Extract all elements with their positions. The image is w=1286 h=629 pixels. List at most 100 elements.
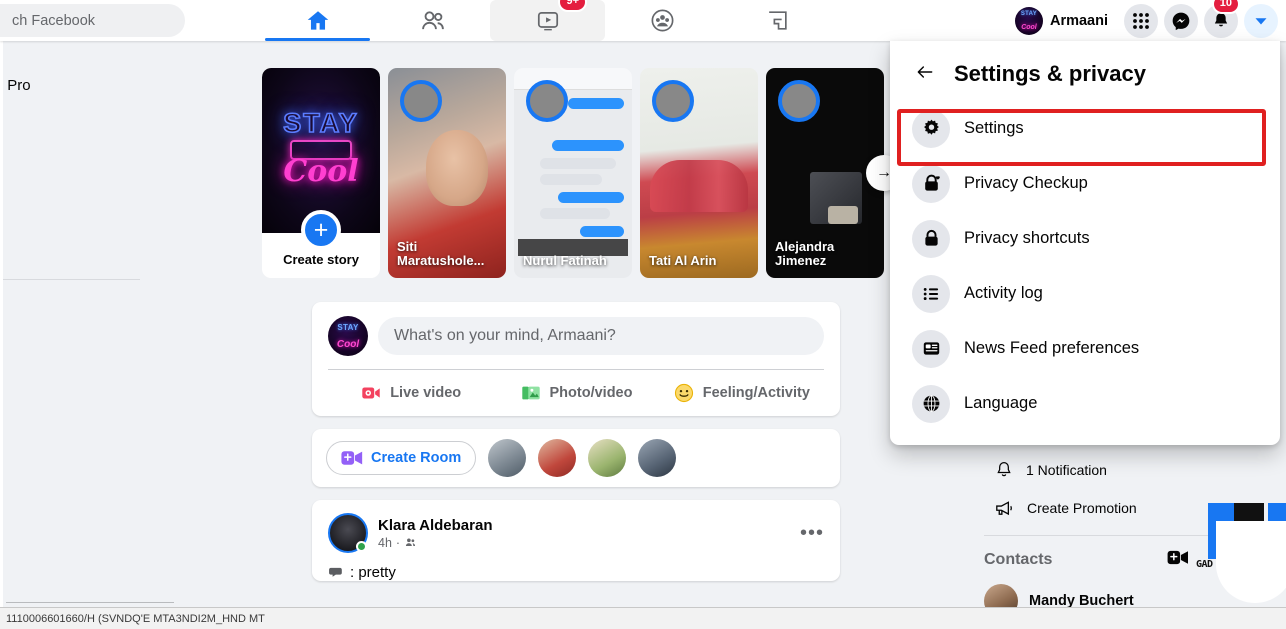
story-photo-shape — [650, 160, 748, 212]
photo-video-button[interactable]: Photo/video — [493, 370, 658, 416]
create-story-plus-icon[interactable]: + — [301, 210, 341, 250]
sidebar-row-notification[interactable]: 1 Notification — [956, 451, 1286, 489]
video-plus-icon — [341, 451, 363, 465]
megaphone-icon — [996, 500, 1012, 515]
story-photo-shape — [828, 206, 858, 224]
story-photo-shape — [540, 208, 610, 219]
menu-item-label: Privacy shortcuts — [964, 229, 1090, 247]
menu-header: Settings & privacy — [900, 55, 1270, 101]
back-arrow-icon — [917, 65, 933, 78]
post-composer-card: What's on your mind, Armaani? Live video — [312, 302, 840, 416]
nav-tab-friends[interactable] — [375, 0, 490, 41]
nav-tab-home[interactable] — [260, 0, 375, 41]
watch-icon — [537, 11, 558, 30]
room-contact-avatar[interactable] — [588, 439, 627, 477]
account-menu-button[interactable] — [1244, 3, 1278, 38]
post-meta-separator: · — [395, 535, 401, 550]
post-author-info: Klara Aldebaran 4h · — [378, 517, 493, 550]
home-icon — [307, 10, 328, 30]
groups-icon — [651, 9, 674, 32]
create-room-label: Create Room — [371, 450, 462, 466]
create-story-card[interactable]: STAY Cool + Create story — [262, 68, 380, 278]
story-author-ring — [778, 80, 820, 122]
messenger-button[interactable] — [1164, 3, 1198, 38]
post-more-options-button[interactable]: ••• — [800, 523, 824, 543]
new-room-button[interactable] — [1167, 550, 1189, 570]
story-photo-shape — [558, 192, 624, 203]
notifications-button[interactable]: 10 — [1204, 0, 1240, 38]
list-icon-wrapper — [912, 274, 950, 313]
room-contact-avatar[interactable] — [538, 439, 577, 477]
story-photo-shape — [540, 158, 616, 169]
nav-tab-watch[interactable]: 9+ — [490, 0, 605, 41]
nav-tab-groups[interactable] — [605, 0, 720, 41]
emoji-icon — [329, 567, 342, 577]
browser-status-bar: 1110006601660/H (SVNDQ'E MTA3NDI2M_HND M… — [0, 607, 1286, 629]
photo-video-label: Photo/video — [549, 385, 633, 401]
live-video-button[interactable]: Live video — [328, 370, 493, 416]
room-contact-avatar[interactable] — [638, 439, 677, 477]
menu-item-privacy-shortcuts[interactable]: Privacy shortcuts — [900, 211, 1270, 266]
post-header: Klara Aldebaran 4h · ••• — [328, 513, 824, 553]
story-card[interactable]: Tati Al Arin — [640, 68, 758, 278]
contacts-title: Contacts — [984, 551, 1053, 568]
create-story-label: Create story — [283, 252, 359, 267]
create-room-button[interactable]: Create Room — [326, 441, 477, 475]
menu-item-label: Activity log — [964, 284, 1043, 302]
rooms-card: Create Room — [312, 429, 840, 487]
top-navigation-bar: ch Facebook 9+ STAY Cool Armaani 10 — [0, 0, 1286, 41]
room-contact-avatar[interactable] — [488, 439, 527, 477]
story-photo-shape — [580, 226, 624, 237]
profile-chip[interactable]: Armaani — [1011, 4, 1118, 38]
create-story-thumbnail: STAY Cool — [262, 68, 380, 233]
active-tab-indicator — [265, 38, 370, 41]
story-card[interactable]: Siti Maratushole... — [388, 68, 506, 278]
live-video-label: Live video — [390, 385, 462, 401]
search-placeholder-text: ch Facebook — [12, 12, 96, 29]
grid-menu-icon — [1133, 12, 1149, 29]
photo-video-icon — [521, 386, 540, 400]
video-plus-icon — [1168, 550, 1189, 565]
watch-badge: 9+ — [558, 0, 587, 12]
post-author-avatar[interactable] — [328, 513, 368, 553]
nav-right-actions: Armaani — [1011, 0, 1278, 41]
story-card[interactable]: Nurul Fatinah — [514, 68, 632, 278]
list-icon — [923, 287, 939, 300]
status-bar-text: 1110006601660/H (SVNDQ'E MTA3NDI2M_HND M… — [6, 612, 265, 625]
menu-title: Settings & privacy — [954, 61, 1146, 86]
menu-item-news-feed-preferences[interactable]: News Feed preferences — [900, 321, 1270, 376]
composer-placeholder: What's on your mind, Armaani? — [394, 327, 616, 344]
menu-item-privacy-checkup[interactable]: Privacy Checkup — [900, 156, 1270, 211]
feed-column: What's on your mind, Armaani? Live video — [312, 302, 840, 594]
left-sidebar: olourfit Pro — [0, 41, 178, 629]
post-author-name[interactable]: Klara Aldebaran — [378, 517, 493, 534]
composer-avatar[interactable] — [328, 316, 368, 356]
feeling-activity-button[interactable]: Feeling/Activity — [659, 370, 824, 416]
lock-icon-wrapper — [912, 219, 950, 258]
sidebar-item-colourfit-pro[interactable]: olourfit Pro — [0, 77, 31, 94]
feed-post: Klara Aldebaran 4h · •••: pretty — [312, 500, 840, 581]
news-feed-icon — [923, 342, 939, 355]
story-photo-face — [426, 130, 488, 206]
friends-audience-icon — [406, 538, 416, 546]
nav-tab-gaming[interactable] — [720, 0, 835, 41]
menu-item-settings[interactable]: Settings — [900, 101, 1270, 156]
neon-cool-text: Cool — [283, 154, 359, 189]
story-author-name: Siti Maratushole... — [397, 238, 485, 269]
menu-item-activity-log[interactable]: Activity log — [900, 266, 1270, 321]
story-author-ring — [652, 80, 694, 122]
watermark-cutout — [1216, 521, 1286, 603]
back-button[interactable] — [914, 62, 936, 87]
composer-input[interactable]: What's on your mind, Armaani? — [378, 317, 824, 355]
search-input[interactable]: ch Facebook — [0, 4, 185, 37]
globe-icon-wrapper — [912, 384, 950, 423]
grid-menu-button[interactable] — [1124, 3, 1158, 38]
sidebar-item-label: olourfit Pro — [0, 77, 31, 94]
menu-item-label: Language — [964, 394, 1038, 412]
gear-icon — [923, 119, 939, 135]
post-meta: 4h · — [378, 536, 493, 550]
neon-stay-text: STAY — [282, 107, 359, 139]
left-edge-strip — [0, 41, 3, 629]
menu-item-label: News Feed preferences — [964, 339, 1140, 357]
menu-item-language[interactable]: Language — [900, 376, 1270, 431]
